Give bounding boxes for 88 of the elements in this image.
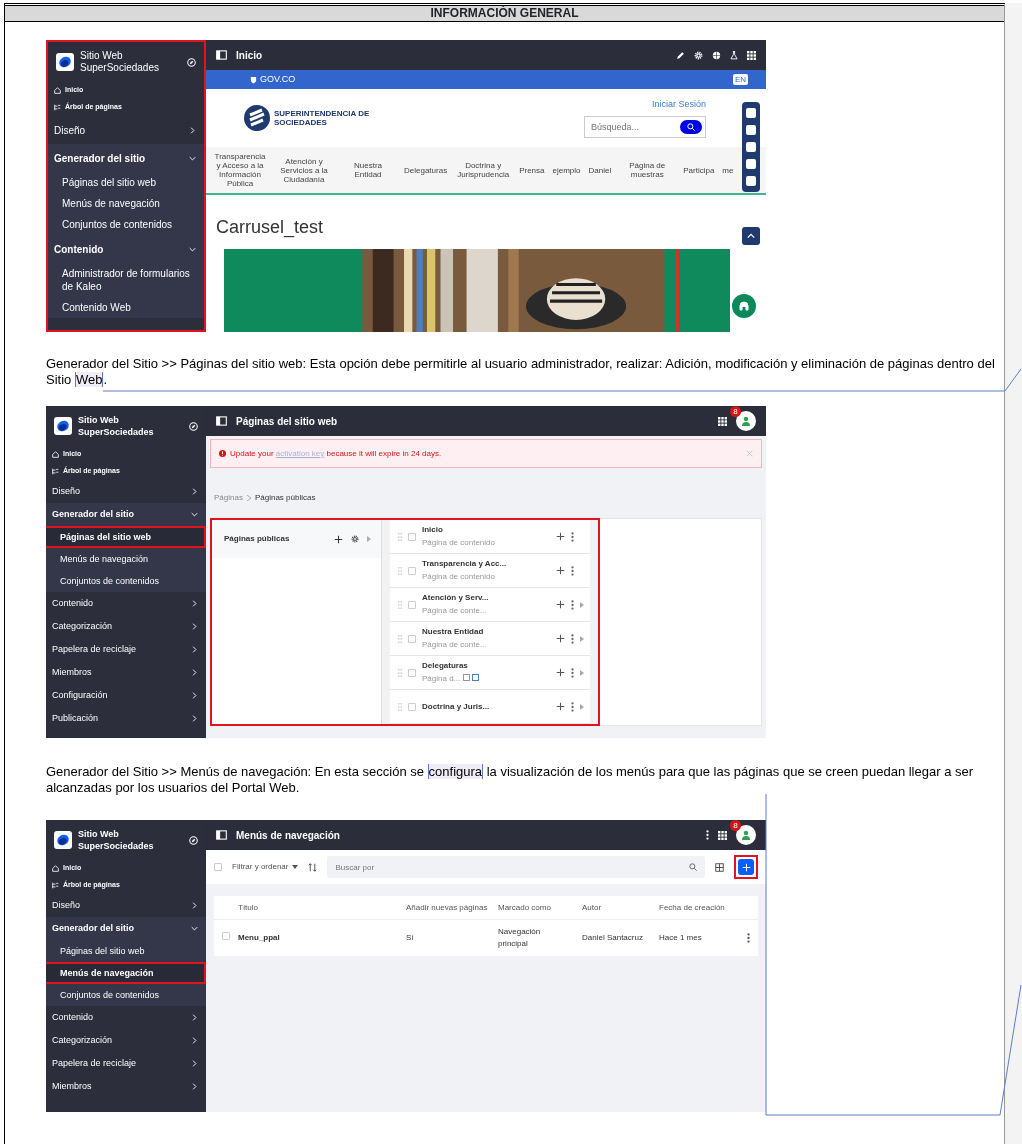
sidebar-section[interactable]: Contenido — [48, 235, 204, 263]
page-title: Doctrina y Juris... — [422, 701, 491, 712]
sidebar-section[interactable]: Generador del sitio — [46, 917, 206, 940]
sidebar-section[interactable]: Generador del sitio — [46, 503, 206, 526]
column-header: Marcado como — [498, 901, 552, 914]
sidebar-section[interactable]: Diseño — [48, 116, 204, 144]
notification-count: 8 — [730, 820, 741, 831]
brand-name: SUPERINTENDENCIA DE SOCIEDADES — [274, 109, 371, 127]
nav-link[interactable]: Doctrina y Jurisprudencia — [455, 161, 512, 179]
page-type: Página d... — [422, 674, 461, 683]
table-cell-text: Navegación principal — [498, 926, 542, 950]
page-title: Transparencia y Acc... — [422, 559, 508, 569]
sidebar-item[interactable]: Menús de navegación — [48, 193, 204, 214]
column-header: Fecha de creación — [659, 901, 726, 914]
column-header: Añadir nuevas páginas — [406, 901, 489, 914]
page-row[interactable]: Inicio Página de contenido — [390, 520, 590, 554]
sidebar-section[interactable]: Miembros — [46, 661, 206, 684]
sidebar-section[interactable]: Diseño — [46, 480, 206, 503]
table-cell-text: Daniel Santacruz — [582, 932, 644, 944]
section-title: INFORMACIÓN GENERAL — [5, 6, 1004, 22]
page-row[interactable]: Transparencia y Acc... Página de contenido — [390, 554, 590, 588]
page-title: Menús de navegación — [236, 828, 341, 843]
page-type: Página de conte... — [422, 606, 487, 615]
notification-count: 8 — [730, 406, 741, 417]
page-type: Página de contenido — [422, 538, 495, 547]
alert-message: Update your activation key because it will expire in 24 days. — [230, 447, 443, 460]
sidebar-item[interactable]: Menús de navegación — [46, 962, 206, 984]
column-header: Título — [238, 901, 259, 914]
sidebar-item[interactable]: Administrador de formularios de Kaleo — [48, 263, 204, 297]
language-button[interactable]: EN — [732, 74, 748, 85]
page-row[interactable]: Atención y Serv... Página de conte... — [390, 588, 590, 622]
page-title: Inicio — [236, 48, 264, 63]
page-title: Páginas del sitio web — [236, 414, 339, 429]
sidebar-item[interactable]: Menús de navegación — [46, 548, 206, 570]
nav-link[interactable]: Prensa — [519, 165, 545, 175]
paragraph: Generador del Sitio >> Menús de navegación: En esta sección se configura la visualización de los menús para que las páginas que se creen puedan llegar a ser alcanzadas por los usuarios del Portal Web. — [46, 764, 975, 796]
sidebar-section[interactable]: Miembros — [46, 1075, 206, 1098]
site-name: Sitio Web SuperSociedades — [78, 828, 155, 852]
page-row[interactable]: Nuestra Entidad Página de conte... — [390, 622, 590, 656]
login-link[interactable]: Iniciar Sesión — [651, 98, 706, 112]
page-title: Nuestra Entidad — [422, 627, 485, 637]
nav-link[interactable]: Página de muestras — [619, 161, 676, 179]
nav-link[interactable]: me — [722, 165, 734, 175]
column-header: Autor — [582, 901, 603, 914]
site-name: Sitio Web SuperSociedades — [78, 414, 155, 438]
sidebar-item[interactable]: Páginas del sitio web — [46, 940, 206, 962]
sidebar-section[interactable]: Generador del sitio — [48, 144, 204, 172]
sidebar-section[interactable]: Papelera de reciclaje — [46, 638, 206, 661]
filter-dropdown[interactable]: Filtrar y ordenar — [232, 861, 299, 873]
table-cell-text: Hace 1 mes — [659, 932, 703, 944]
page-title: Atención y Serv... — [422, 593, 490, 603]
site-name: Sitio Web SuperSociedades — [80, 50, 160, 74]
table-cell-text: Sí — [406, 932, 415, 944]
sidebar-section[interactable]: Contenido — [46, 592, 206, 615]
sidebar-item[interactable]: Conjuntos de contenidos — [48, 214, 204, 235]
paragraph: Generador del Sitio >> Páginas del sitio web: Esta opción debe permitirle al usuario administrador, realizar: Adición, modificación y eliminación de páginas dentro del Sitio Web. — [46, 356, 996, 388]
page-row[interactable]: Delegaturas Página d... — [390, 656, 590, 690]
nav-link[interactable]: Transparencia y Acceso a la Información Pública — [212, 152, 268, 188]
sidebar-item[interactable]: Conjuntos de contenidos — [46, 984, 206, 1006]
sidebar-item[interactable]: Contenido Web — [48, 297, 204, 318]
page-row[interactable]: Doctrina y Juris... — [390, 690, 590, 724]
search-field[interactable]: Búsqueda... — [584, 115, 706, 138]
sidebar-section[interactable]: Contenido — [46, 1006, 206, 1029]
sidebar-item[interactable]: Páginas del sitio web — [46, 526, 206, 548]
nav-link[interactable]: Atención y Servicios a la Ciudadanía — [276, 156, 332, 184]
sidebar-section[interactable]: Publicación — [46, 707, 206, 730]
nav-link[interactable]: Nuestra Entidad — [340, 161, 396, 179]
page-title: Inicio — [422, 525, 444, 535]
nav-link[interactable]: Participa — [683, 165, 715, 175]
page-heading: Carrusel_test — [216, 217, 325, 239]
gov-logo: GOV.CO — [260, 72, 296, 86]
sidebar-section[interactable]: Configuración — [46, 684, 206, 707]
table-cell-text: Menu_ppal — [238, 932, 281, 944]
breadcrumb-item: Páginas públicas — [254, 492, 316, 504]
sidebar-section[interactable]: Categorización — [46, 615, 206, 638]
page-type: Página de conte... — [422, 640, 487, 649]
nav-link[interactable]: Daniel — [588, 165, 612, 175]
tree-root-title: Páginas públicas — [224, 533, 291, 545]
page-type: Página de contenido — [422, 572, 495, 581]
page-title: Delegaturas — [422, 661, 469, 671]
sidebar-section[interactable]: Diseño — [46, 894, 206, 917]
search-field[interactable]: Buscar por — [327, 856, 705, 878]
sidebar-section[interactable]: Categorización — [46, 1029, 206, 1052]
nav-link[interactable]: ejemplo — [552, 165, 581, 175]
nav-link[interactable]: Delegaturas — [404, 165, 448, 175]
sidebar-item[interactable]: Páginas del sitio web — [48, 172, 204, 193]
sidebar-item[interactable]: Conjuntos de contenidos — [46, 570, 206, 592]
sidebar-section[interactable]: Papelera de reciclaje — [46, 1052, 206, 1075]
